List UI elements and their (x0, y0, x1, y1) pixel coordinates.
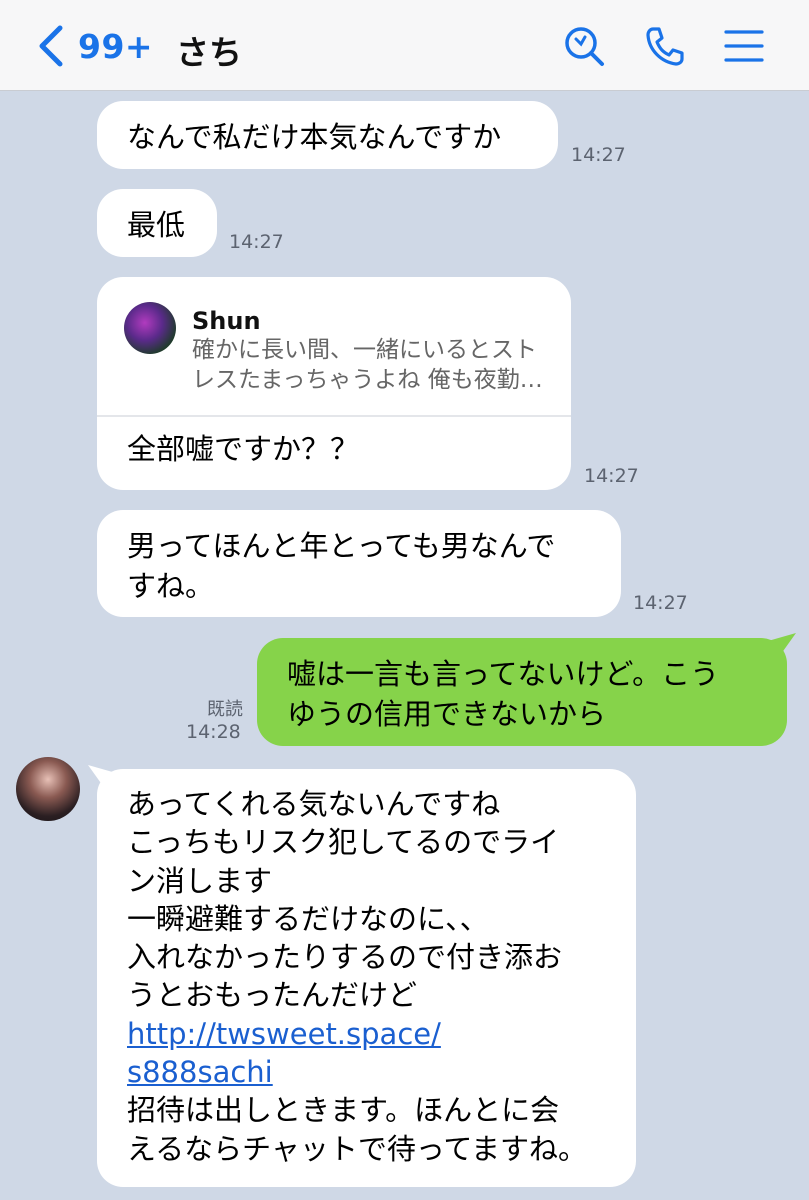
message-text-line: えるならチャットで待ってますね。 (127, 1131, 587, 1166)
reply-message-bubble[interactable]: Shun 確かに長い間、一緒にいるとスト レスたまっちゃうよね 俺も夜勤… 全部… (97, 277, 571, 490)
message-link[interactable]: http://twsweet.space/ (127, 1017, 441, 1051)
message-text: 最低 (127, 208, 186, 242)
quoted-text: 確かに長い間、一緒にいるとスト レスたまっちゃうよね 俺も夜勤… (192, 335, 552, 395)
message-time: 14:28 (186, 721, 241, 743)
message-link[interactable]: s888sachi (127, 1055, 273, 1089)
message-text-line: ン消します (127, 863, 273, 898)
message-text-line: 男ってほんと年とっても男なんで (127, 529, 556, 563)
message-bubble[interactable]: 最低 (97, 189, 217, 257)
message-bubble[interactable]: 男ってほんと年とっても男なんで すね。 (97, 510, 621, 617)
back-button[interactable]: 99+ (36, 24, 153, 68)
message-text-line: 一瞬避難するだけなのに、、 (127, 901, 489, 936)
chat-header: 99+ さち (0, 0, 809, 91)
quoted-text-line: 確かに長い間、一緒にいるとスト (192, 337, 537, 363)
search-button[interactable] (562, 24, 606, 68)
message-text: 全部嘘ですか？？ (127, 432, 360, 466)
message-time: 14:27 (571, 144, 626, 166)
message-time: 14:27 (633, 592, 688, 614)
chat-title: さち (176, 33, 242, 72)
quoted-text-line: レスたまっちゃうよね 俺も夜勤… (192, 367, 543, 393)
message-text-line: 招待は出しときます。ほんとに会 (127, 1093, 560, 1128)
my-message-bubble[interactable]: 嘘は一言も言ってないけど。こう ゆうの信用できないから (257, 638, 787, 746)
unread-count: 99+ (78, 26, 154, 66)
message-time: 14:27 (584, 465, 639, 487)
message-text-line: うとおもったんだけど (127, 978, 418, 1013)
quoted-message[interactable]: Shun 確かに長い間、一緒にいるとスト レスたまっちゃうよね 俺も夜勤… (97, 277, 571, 417)
read-receipt: 既読 (207, 699, 243, 720)
sender-avatar[interactable] (16, 757, 80, 821)
message-text-line: 入れなかったりするので付き添お (127, 940, 563, 975)
message-text-line: 嘘は一言も言ってないけど。こう (287, 657, 720, 691)
message-bubble[interactable]: なんで私だけ本気なんですか (97, 101, 558, 169)
back-chevron-icon (39, 25, 63, 67)
phone-icon (646, 27, 684, 66)
message-text: なんで私だけ本気なんですか (127, 120, 502, 154)
message-text-line: あってくれる気ないんですね (127, 787, 501, 821)
quoted-avatar (124, 302, 176, 354)
message-text-line: すね。 (127, 569, 215, 603)
menu-icon (724, 30, 764, 62)
message-bubble[interactable]: あってくれる気ないんですね こっちもリスク犯してるのでライ ン消します 一瞬避難… (97, 769, 636, 1187)
message-text-line: ゆうの信用できないから (287, 697, 607, 731)
message-text-line: こっちもリスク犯してるのでライ (127, 825, 560, 860)
menu-button[interactable] (722, 24, 766, 68)
message-time: 14:27 (229, 231, 284, 253)
call-button[interactable] (643, 24, 687, 68)
search-icon (565, 27, 604, 66)
